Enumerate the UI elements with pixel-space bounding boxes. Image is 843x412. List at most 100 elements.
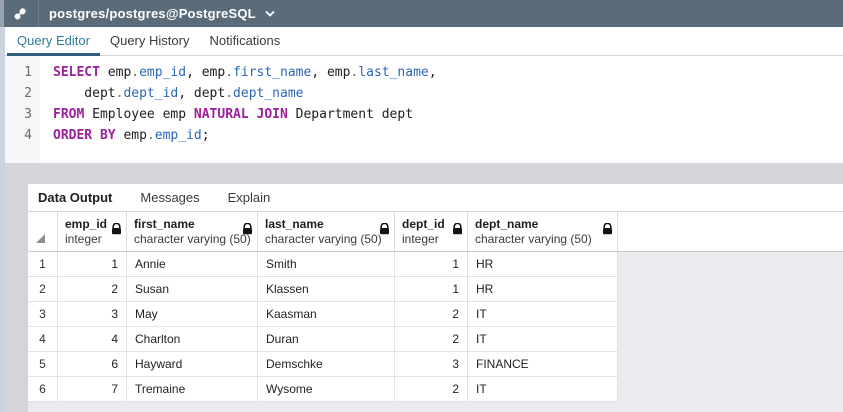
cell-last-name[interactable]: Wysome: [258, 377, 395, 402]
cell-last-name[interactable]: Demschke: [258, 352, 395, 377]
cell-emp-id[interactable]: 2: [58, 277, 127, 302]
code-line[interactable]: 4ORDER BY emp.emp_id;: [0, 125, 843, 146]
code-line[interactable]: 2 dept.dept_id, dept.dept_name: [0, 83, 843, 104]
row-number-cell[interactable]: 1: [28, 252, 58, 277]
output-tab-explain[interactable]: Explain: [228, 190, 271, 205]
code-text: dept.dept_id, dept.dept_name: [40, 83, 304, 104]
column-type: integer: [402, 232, 451, 247]
data-output-panel: Data OutputMessagesExplain emp_idinteger…: [28, 184, 843, 412]
cell-first-name[interactable]: Charlton: [127, 327, 258, 352]
cell-dept-name[interactable]: IT: [468, 377, 618, 402]
sql-editor[interactable]: 1SELECT emp.emp_id, emp.first_name, emp.…: [0, 56, 843, 163]
cell-dept-name[interactable]: FINANCE: [468, 352, 618, 377]
header-filler: [618, 212, 843, 251]
table-row: 11AnnieSmith1HR: [28, 252, 843, 277]
row-number-cell[interactable]: 4: [28, 327, 58, 352]
connection-label[interactable]: postgres/postgres@PostgreSQL: [49, 6, 256, 21]
row-filler: [618, 302, 843, 327]
cell-dept-id[interactable]: 1: [395, 252, 468, 277]
tab-query-editor[interactable]: Query Editor: [7, 27, 100, 56]
code-lines[interactable]: 1SELECT emp.emp_id, emp.first_name, emp.…: [0, 62, 843, 146]
column-type: character varying (50): [475, 232, 601, 247]
row-filler: [618, 377, 843, 402]
cell-first-name[interactable]: Annie: [127, 252, 258, 277]
code-line[interactable]: 3FROM Employee emp NATURAL JOIN Departme…: [0, 104, 843, 125]
output-tab-data-output[interactable]: Data Output: [38, 190, 112, 205]
row-filler: [618, 327, 843, 352]
cell-last-name[interactable]: Kaasman: [258, 302, 395, 327]
line-number: 3: [0, 104, 40, 125]
results-grid: emp_idintegerfirst_namecharacter varying…: [28, 212, 843, 412]
cell-emp-id[interactable]: 3: [58, 302, 127, 327]
cell-dept-id[interactable]: 2: [395, 327, 468, 352]
row-filler: [618, 352, 843, 377]
cell-dept-name[interactable]: HR: [468, 252, 618, 277]
lock-icon: [452, 222, 463, 240]
output-tab-messages[interactable]: Messages: [140, 190, 199, 205]
chevron-down-icon[interactable]: [265, 10, 275, 17]
cell-dept-id[interactable]: 2: [395, 302, 468, 327]
column-header-first-name[interactable]: first_namecharacter varying (50): [127, 212, 258, 251]
column-header-dept-id[interactable]: dept_idinteger: [395, 212, 468, 251]
cell-dept-name[interactable]: HR: [468, 277, 618, 302]
select-all-corner[interactable]: [28, 212, 58, 251]
table-row: 22SusanKlassen1HR: [28, 277, 843, 302]
window-left-edge: [0, 27, 5, 412]
results-grid-body: 11AnnieSmith1HR22SusanKlassen1HR33MayKaa…: [28, 252, 843, 402]
table-row: 67TremaineWysome2IT: [28, 377, 843, 402]
cell-last-name[interactable]: Smith: [258, 252, 395, 277]
cell-first-name[interactable]: May: [127, 302, 258, 327]
column-name: emp_id: [65, 216, 110, 232]
cell-dept-id[interactable]: 3: [395, 352, 468, 377]
cell-emp-id[interactable]: 6: [58, 352, 127, 377]
cell-first-name[interactable]: Tremaine: [127, 377, 258, 402]
main-tabbar: Query EditorQuery HistoryNotifications: [0, 27, 843, 56]
table-row: 33MayKaasman2IT: [28, 302, 843, 327]
lock-icon: [242, 222, 253, 240]
row-number-cell[interactable]: 5: [28, 352, 58, 377]
line-number: 1: [0, 62, 40, 83]
column-name: last_name: [265, 216, 378, 232]
code-line[interactable]: 1SELECT emp.emp_id, emp.first_name, emp.…: [0, 62, 843, 83]
cell-last-name[interactable]: Klassen: [258, 277, 395, 302]
titlebar-separator: [38, 0, 39, 27]
row-number-cell[interactable]: 3: [28, 302, 58, 327]
tab-notifications[interactable]: Notifications: [199, 27, 290, 56]
cell-dept-id[interactable]: 1: [395, 277, 468, 302]
cell-first-name[interactable]: Hayward: [127, 352, 258, 377]
code-text: FROM Employee emp NATURAL JOIN Departmen…: [40, 104, 413, 125]
cell-first-name[interactable]: Susan: [127, 277, 258, 302]
lock-icon: [379, 222, 390, 240]
cell-emp-id[interactable]: 1: [58, 252, 127, 277]
row-filler: [618, 277, 843, 302]
output-panel-tabbar: Data Output Messages Explain: [28, 184, 843, 212]
row-filler: [618, 252, 843, 277]
cell-last-name[interactable]: Duran: [258, 327, 395, 352]
column-header-last-name[interactable]: last_namecharacter varying (50): [258, 212, 395, 251]
cell-dept-name[interactable]: IT: [468, 327, 618, 352]
column-type: character varying (50): [134, 232, 241, 247]
cell-emp-id[interactable]: 4: [58, 327, 127, 352]
table-row: 44CharltonDuran2IT: [28, 327, 843, 352]
select-all-triangle-icon: [36, 234, 45, 243]
query-tool-window: postgres/postgres@PostgreSQL Query Edito…: [0, 0, 843, 412]
tab-query-history[interactable]: Query History: [100, 27, 199, 56]
lock-icon: [602, 222, 613, 240]
column-name: first_name: [134, 216, 241, 232]
table-row: 56HaywardDemschke3FINANCE: [28, 352, 843, 377]
code-text: ORDER BY emp.emp_id;: [40, 125, 210, 146]
column-type: character varying (50): [265, 232, 378, 247]
row-number-cell[interactable]: 6: [28, 377, 58, 402]
cell-dept-id[interactable]: 2: [395, 377, 468, 402]
row-number-cell[interactable]: 2: [28, 277, 58, 302]
line-number: 4: [0, 125, 40, 146]
lock-icon: [111, 222, 122, 240]
results-grid-header: emp_idintegerfirst_namecharacter varying…: [28, 212, 843, 252]
cell-dept-name[interactable]: IT: [468, 302, 618, 327]
window-left-edge-top: [0, 0, 4, 27]
cell-emp-id[interactable]: 7: [58, 377, 127, 402]
column-header-emp-id[interactable]: emp_idinteger: [58, 212, 127, 251]
code-text: SELECT emp.emp_id, emp.first_name, emp.l…: [40, 62, 437, 83]
column-type: integer: [65, 232, 110, 247]
column-header-dept-name[interactable]: dept_namecharacter varying (50): [468, 212, 618, 251]
